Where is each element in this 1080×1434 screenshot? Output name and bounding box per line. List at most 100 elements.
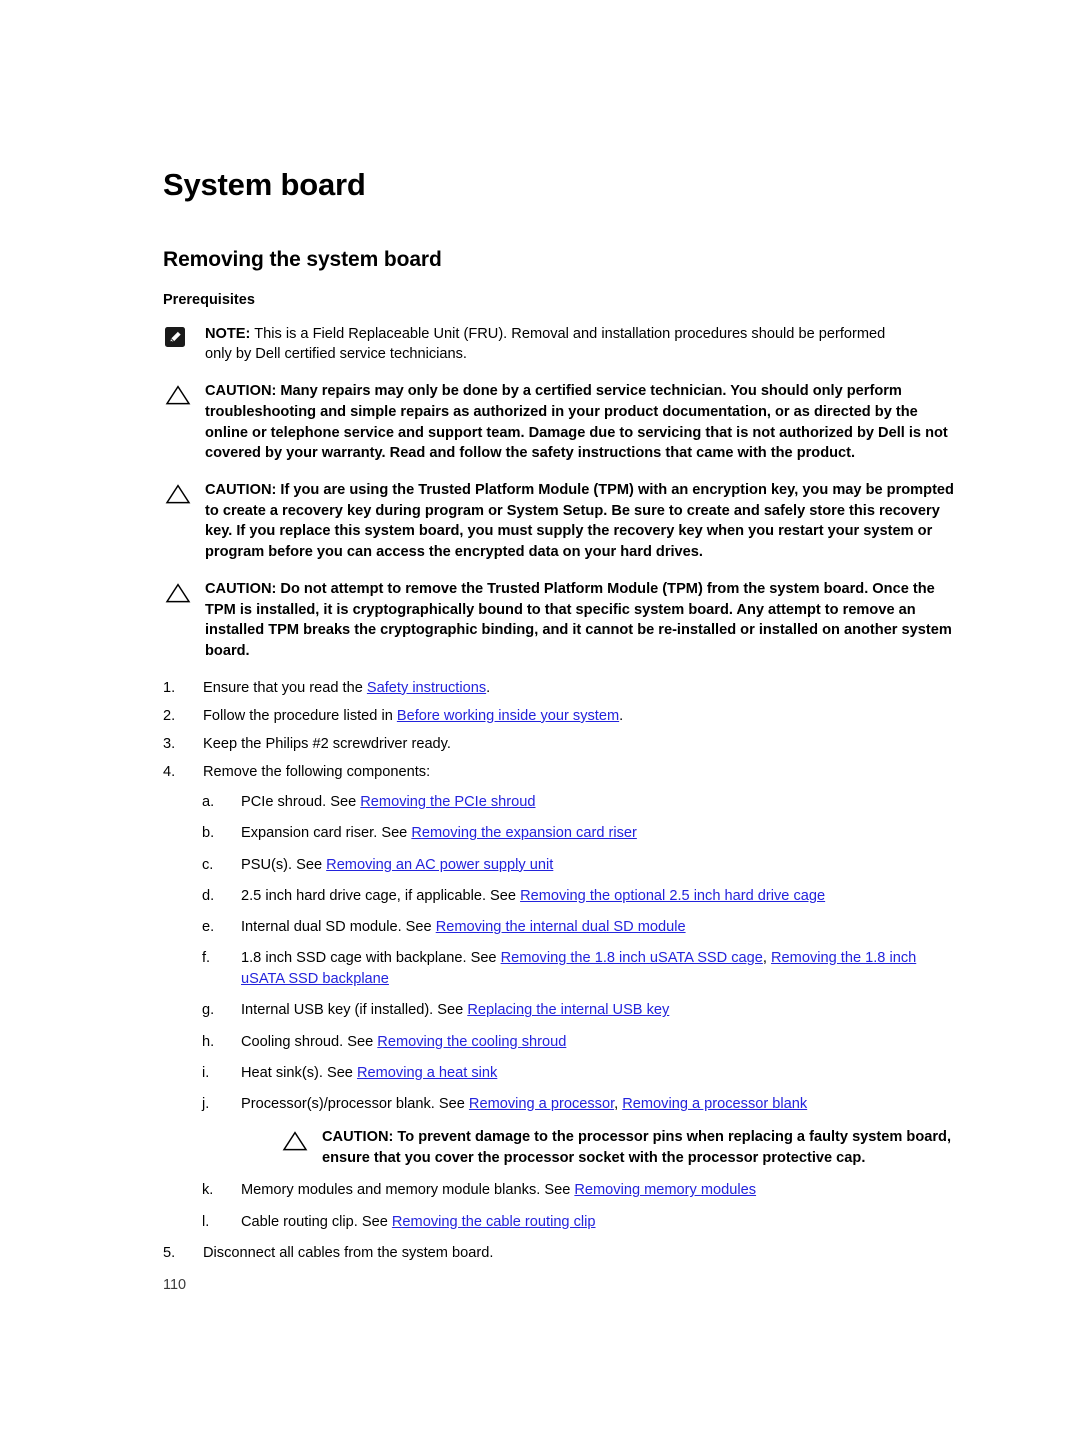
note-body-text: This is a Field Replaceable Unit (FRU). …	[205, 325, 886, 363]
link-removing-the-cable-routing-clip[interactable]: Removing the cable routing clip	[392, 1214, 596, 1230]
caution-icon-cell-3	[165, 579, 205, 604]
caution-triangle-icon	[165, 583, 191, 603]
substep-item-f: f. 1.8 inch SSD cage with backplane. See…	[202, 948, 963, 990]
link-removing-memory-modules[interactable]: Removing memory modules	[574, 1182, 756, 1198]
step-text-3: Keep the Philips #2 screwdriver ready.	[203, 736, 451, 752]
link-removing-an-ac-power-supply-unit[interactable]: Removing an AC power supply unit	[326, 857, 553, 873]
substep-text-f: 1.8 inch SSD cage with backplane. See Re…	[241, 948, 963, 990]
substep-text-b: Expansion card riser. See Removing the e…	[241, 823, 963, 844]
step-item-5: 5. Disconnect all cables from the system…	[163, 1243, 963, 1264]
substep-k-before: Memory modules and memory module blanks.…	[241, 1182, 575, 1199]
component-removal-list: a. PCIe shroud. See Removing the PCIe sh…	[202, 792, 963, 1115]
step-marker-1: 1.	[163, 679, 176, 696]
caution-label-2: CAUTION:	[205, 481, 277, 498]
substep-d-before: 2.5 inch hard drive cage, if applicable.…	[241, 887, 521, 904]
substep-text-k: Memory modules and memory module blanks.…	[241, 1180, 963, 1201]
caution-label-1: CAUTION:	[205, 383, 277, 400]
link-before-working-inside-your-system[interactable]: Before working inside your system	[397, 708, 619, 724]
caution-label-3: CAUTION:	[205, 580, 277, 597]
step-text-4: Remove the following components:	[203, 764, 431, 781]
step-item-4: 4. Remove the following components:	[163, 762, 963, 783]
caution-body-text-3: Do not attempt to remove the Trusted Pla…	[205, 580, 952, 659]
substep-text-a: PCIe shroud. See Removing the PCIe shrou…	[241, 792, 963, 813]
substep-marker-f: f.	[202, 950, 211, 967]
note-admonition: NOTE: This is a Field Replaceable Unit (…	[163, 324, 963, 365]
substep-i-before: Heat sink(s). See	[241, 1064, 357, 1081]
substep-c-before: PSU(s). See	[241, 856, 327, 873]
substep-text-g: Internal USB key (if installed). See Rep…	[241, 1000, 963, 1021]
caution-text-1: CAUTION: Many repairs may only be done b…	[205, 381, 963, 464]
substep-item-k: k. Memory modules and memory module blan…	[202, 1180, 963, 1201]
substep-text-l: Cable routing clip. See Removing the cab…	[241, 1212, 963, 1233]
substep-item-g: g. Internal USB key (if installed). See …	[202, 1000, 963, 1021]
subsection-title: Prerequisites	[163, 292, 255, 309]
prerequisites-step-list-continued: 5. Disconnect all cables from the system…	[163, 1243, 963, 1264]
caution-triangle-icon	[165, 484, 191, 504]
caution-admonition-nested: CAUTION: To prevent damage to the proces…	[280, 1127, 963, 1168]
page-number: 110	[163, 1277, 187, 1293]
substeps-wrapper: a. PCIe shroud. See Removing the PCIe sh…	[202, 792, 963, 1232]
substep-marker-a: a.	[202, 794, 215, 811]
page-title: System board	[163, 167, 366, 202]
substep-item-a: a. PCIe shroud. See Removing the PCIe sh…	[202, 792, 963, 813]
step-item-2: 2. Follow the procedure listed in Before…	[163, 706, 963, 727]
link-removing-a-processor-blank[interactable]: Removing a processor blank	[622, 1096, 807, 1112]
substep-item-c: c. PSU(s). See Removing an AC power supp…	[202, 855, 963, 876]
caution-icon-cell-nested	[282, 1127, 322, 1152]
substep-marker-g: g.	[202, 1002, 215, 1019]
caution-body-text-1: Many repairs may only be done by a certi…	[205, 383, 948, 462]
link-removing-the-1-8-inch-usata-ssd-cage[interactable]: Removing the 1.8 inch uSATA SSD cage	[501, 950, 763, 966]
caution-admonition-3: CAUTION: Do not attempt to remove the Tr…	[163, 579, 963, 662]
caution-text-3: CAUTION: Do not attempt to remove the Tr…	[205, 579, 963, 662]
substep-text-j: Processor(s)/processor blank. See Removi…	[241, 1094, 963, 1115]
link-removing-the-pcie-shroud[interactable]: Removing the PCIe shroud	[360, 794, 535, 810]
caution-text-nested: CAUTION: To prevent damage to the proces…	[322, 1127, 963, 1168]
substep-item-i: i. Heat sink(s). See Removing a heat sin…	[202, 1063, 963, 1084]
substep-marker-e: e.	[202, 918, 215, 935]
substep-text-d: 2.5 inch hard drive cage, if applicable.…	[241, 886, 963, 907]
substep-j-before: Processor(s)/processor blank. See	[241, 1095, 469, 1112]
caution-admonition-2: CAUTION: If you are using the Trusted Pl…	[163, 480, 963, 563]
substep-f-mid: ,	[762, 950, 772, 967]
section-title: Removing the system board	[163, 248, 442, 272]
substep-text-c: PSU(s). See Removing an AC power supply …	[241, 855, 963, 876]
substep-f-before: 1.8 inch SSD cage with backplane. See	[241, 950, 501, 967]
substep-item-d: d. 2.5 inch hard drive cage, if applicab…	[202, 886, 963, 907]
caution-icon-cell-2	[165, 480, 205, 505]
substep-marker-l: l.	[202, 1213, 210, 1230]
substep-item-l: l. Cable routing clip. See Removing the …	[202, 1212, 963, 1233]
substep-item-h: h. Cooling shroud. See Removing the cool…	[202, 1032, 963, 1053]
link-removing-a-heat-sink[interactable]: Removing a heat sink	[357, 1065, 497, 1081]
step-1-after: .	[486, 679, 491, 696]
caution-body-text-nested: To prevent damage to the processor pins …	[322, 1129, 952, 1166]
step-2-before: Follow the procedure listed in	[203, 707, 397, 724]
link-replacing-the-internal-usb-key[interactable]: Replacing the internal USB key	[467, 1002, 669, 1018]
caution-text-2: CAUTION: If you are using the Trusted Pl…	[205, 480, 963, 563]
caution-admonition-1: CAUTION: Many repairs may only be done b…	[163, 381, 963, 464]
link-removing-a-processor[interactable]: Removing a processor	[469, 1096, 614, 1112]
step-text-5: Disconnect all cables from the system bo…	[203, 1244, 494, 1261]
document-page: System board Removing the system board P…	[0, 0, 1080, 1434]
step-item-3: 3. Keep the Philips #2 screwdriver ready…	[163, 734, 963, 755]
link-removing-the-optional-2-5-inch-hard-drive-cage[interactable]: Removing the optional 2.5 inch hard driv…	[520, 888, 825, 904]
substep-text-h: Cooling shroud. See Removing the cooling…	[241, 1032, 963, 1053]
caution-body-text-2: If you are using the Trusted Platform Mo…	[205, 481, 954, 561]
note-icon-cell	[165, 324, 205, 347]
link-safety-instructions[interactable]: Safety instructions	[367, 680, 486, 696]
note-pencil-icon	[165, 326, 185, 347]
substep-text-i: Heat sink(s). See Removing a heat sink	[241, 1063, 963, 1084]
step-text-2: Follow the procedure listed in Before wo…	[203, 706, 963, 727]
link-removing-the-cooling-shroud[interactable]: Removing the cooling shroud	[377, 1034, 566, 1050]
step-marker-3: 3.	[163, 736, 176, 752]
page-content: System board Removing the system board P…	[163, 167, 963, 1271]
step-1-before: Ensure that you read the	[203, 679, 367, 696]
substep-h-before: Cooling shroud. See	[241, 1033, 378, 1050]
substep-g-before: Internal USB key (if installed). See	[241, 1002, 468, 1019]
step-2-after: .	[619, 707, 624, 724]
link-removing-the-internal-dual-sd-module[interactable]: Removing the internal dual SD module	[436, 919, 686, 935]
substep-marker-c: c.	[202, 856, 214, 873]
substep-a-before: PCIe shroud. See	[241, 794, 361, 811]
link-removing-the-expansion-card-riser[interactable]: Removing the expansion card riser	[411, 825, 637, 841]
step-text-1: Ensure that you read the Safety instruct…	[203, 678, 963, 699]
caution-triangle-icon	[282, 1131, 308, 1151]
